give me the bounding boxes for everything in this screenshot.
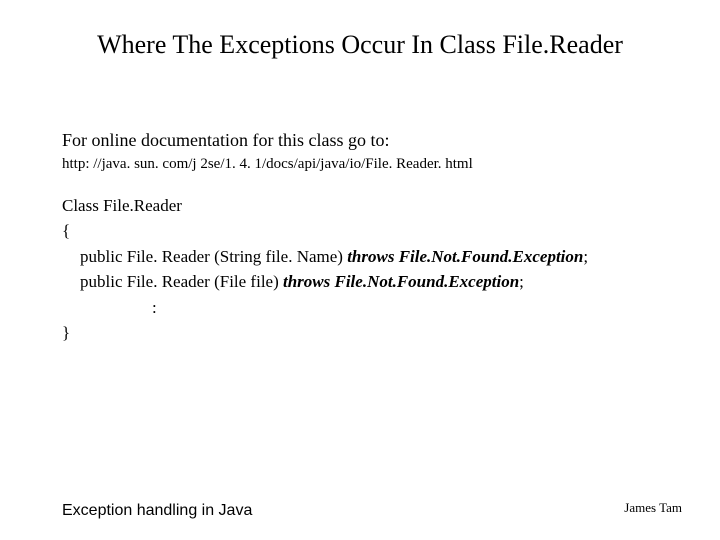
slide-title: Where The Exceptions Occur In Class File… bbox=[0, 30, 720, 60]
ctor1-throws: throws File.Not.Found.Exception bbox=[347, 247, 583, 266]
ctor-line-2: public File. Reader (File file) throws F… bbox=[62, 269, 662, 295]
footer-right: James Tam bbox=[624, 500, 682, 516]
brace-close: } bbox=[62, 320, 662, 346]
footer-left: Exception handling in Java bbox=[62, 502, 252, 520]
ctor-line-1: public File. Reader (String file. Name) … bbox=[62, 244, 662, 270]
ctor1-post: ; bbox=[583, 247, 588, 266]
ctor1-pre: public File. Reader (String file. Name) bbox=[80, 247, 347, 266]
slide: Where The Exceptions Occur In Class File… bbox=[0, 0, 720, 540]
class-heading: Class File.Reader bbox=[62, 193, 662, 219]
doc-url: http: //java. sun. com/j 2se/1. 4. 1/doc… bbox=[62, 154, 662, 174]
slide-body: For online documentation for this class … bbox=[62, 128, 662, 346]
ctor2-pre: public File. Reader (File file) bbox=[80, 272, 283, 291]
brace-open: { bbox=[62, 218, 662, 244]
ellipsis-colon: : bbox=[62, 295, 662, 321]
ctor2-post: ; bbox=[519, 272, 524, 291]
class-block: Class File.Reader { public File. Reader … bbox=[62, 193, 662, 346]
intro-text: For online documentation for this class … bbox=[62, 128, 662, 152]
ctor2-throws: throws File.Not.Found.Exception bbox=[283, 272, 519, 291]
